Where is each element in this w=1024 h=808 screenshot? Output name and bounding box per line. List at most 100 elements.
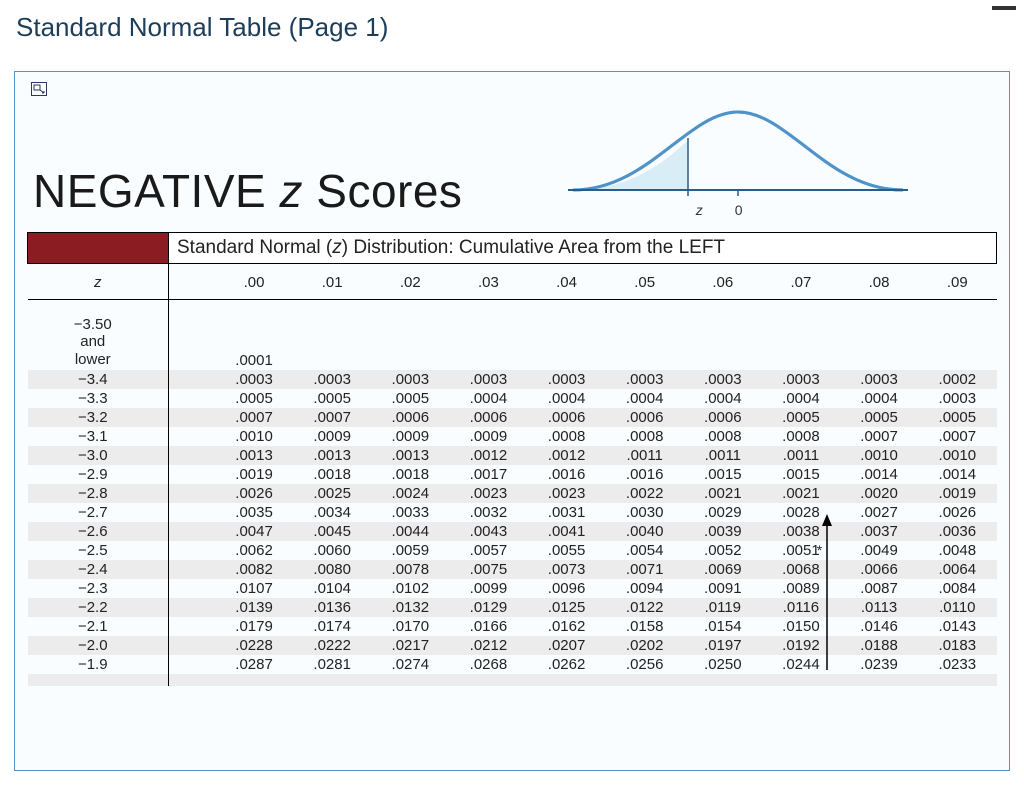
cell: .0008	[606, 427, 684, 446]
cell: .0139	[215, 598, 293, 617]
row-label: −2.9	[28, 465, 169, 484]
table-row: −2.0.0228.0222.0217.0212.0207.0202.0197.…	[28, 636, 997, 655]
row-label: −3.50andlower	[28, 314, 169, 370]
cell: .0060	[293, 541, 371, 560]
cell: .0031	[528, 503, 606, 522]
cell: .0071	[606, 560, 684, 579]
cell: .0003	[918, 389, 996, 408]
cell: .0170	[371, 617, 449, 636]
cell: .0018	[293, 465, 371, 484]
cell: .0049	[840, 541, 918, 560]
cell: .0059	[371, 541, 449, 560]
cell: .0082	[215, 560, 293, 579]
cell: .0033	[371, 503, 449, 522]
row-label: −2.0	[28, 636, 169, 655]
cell: .0132	[371, 598, 449, 617]
cell: .0003	[371, 370, 449, 389]
cell: .0107	[215, 579, 293, 598]
row-label: −3.4	[28, 370, 169, 389]
cell: .0062	[215, 541, 293, 560]
cell: .0113	[840, 598, 918, 617]
banner-accent	[28, 233, 169, 264]
col-header: .05	[606, 264, 684, 300]
cell: .0021	[762, 484, 840, 503]
cell: .0192	[762, 636, 840, 655]
cell: .0006	[449, 408, 527, 427]
footnote-marker: *	[817, 542, 822, 558]
cell: .0024	[371, 484, 449, 503]
cell: .0002	[918, 370, 996, 389]
cell: .0207	[528, 636, 606, 655]
cell: .0064	[918, 560, 996, 579]
cell: .0078	[371, 560, 449, 579]
minimize-icon[interactable]	[992, 6, 1016, 10]
cell: .0274	[371, 655, 449, 674]
row-label: −2.3	[28, 579, 169, 598]
cell: .0256	[606, 655, 684, 674]
cell: .0116	[762, 598, 840, 617]
table-row: −3.0.0013.0013.0013.0012.0012.0011.0011.…	[28, 446, 997, 465]
cell: .0154	[684, 617, 762, 636]
cell: .0239	[840, 655, 918, 674]
cell: .0174	[293, 617, 371, 636]
cell: .0054	[606, 541, 684, 560]
cell: .0005	[918, 408, 996, 427]
cell: .0162	[528, 617, 606, 636]
cell: .0052	[684, 541, 762, 560]
cell: .0084	[918, 579, 996, 598]
cell: .0030	[606, 503, 684, 522]
cell: .0003	[762, 370, 840, 389]
cell: .0003	[449, 370, 527, 389]
table-row: −3.2.0007.0007.0006.0006.0006.0006.0006.…	[28, 408, 997, 427]
cell: .0158	[606, 617, 684, 636]
cell: .0212	[449, 636, 527, 655]
row-label: −3.0	[28, 446, 169, 465]
cell: .0013	[215, 446, 293, 465]
cell: .0008	[528, 427, 606, 446]
col-header: .09	[918, 264, 996, 300]
cell: .0166	[449, 617, 527, 636]
cell: .0048	[918, 541, 996, 560]
cell: .0013	[293, 446, 371, 465]
cell: .0003	[293, 370, 371, 389]
cell: .0007	[215, 408, 293, 427]
cell: .0027	[840, 503, 918, 522]
table-row: −2.8.0026.0025.0024.0023.0023.0022.0021.…	[28, 484, 997, 503]
cell: .0005	[215, 389, 293, 408]
cell: .0091	[684, 579, 762, 598]
cell: .0096	[528, 579, 606, 598]
cell: .0023	[449, 484, 527, 503]
cell: .0006	[528, 408, 606, 427]
cell: .0003	[528, 370, 606, 389]
cell: .0125	[528, 598, 606, 617]
page-title: Standard Normal Table (Page 1)	[16, 12, 1012, 43]
cell: .0015	[684, 465, 762, 484]
cell: .0009	[449, 427, 527, 446]
cell: .0028	[762, 503, 840, 522]
cell: .0032	[449, 503, 527, 522]
table-row: −2.9.0019.0018.0018.0017.0016.0016.0015.…	[28, 465, 997, 484]
cell: .0009	[293, 427, 371, 446]
cell: .0217	[371, 636, 449, 655]
table-row: −2.5.0062.0060.0059.0057.0055.0054.0052.…	[28, 541, 997, 560]
cell: .0044	[371, 522, 449, 541]
row-label: −3.2	[28, 408, 169, 427]
cell: .0087	[840, 579, 918, 598]
cell: .0045	[293, 522, 371, 541]
cell: .0080	[293, 560, 371, 579]
cell: .0007	[840, 427, 918, 446]
table-row: −2.6.0047.0045.0044.0043.0041.0040.0039.…	[28, 522, 997, 541]
cell: .0014	[918, 465, 996, 484]
cell: .0019	[918, 484, 996, 503]
cell: .0250	[684, 655, 762, 674]
axis-label-z: z	[696, 202, 703, 218]
cell: .0006	[606, 408, 684, 427]
cell: .0136	[293, 598, 371, 617]
row-label: −3.3	[28, 389, 169, 408]
cell: .0004	[528, 389, 606, 408]
cell: .0025	[293, 484, 371, 503]
col-header: .01	[293, 264, 371, 300]
cell: .0004	[762, 389, 840, 408]
fullscreen-icon[interactable]	[31, 82, 47, 96]
col-header-z: z	[28, 264, 169, 300]
